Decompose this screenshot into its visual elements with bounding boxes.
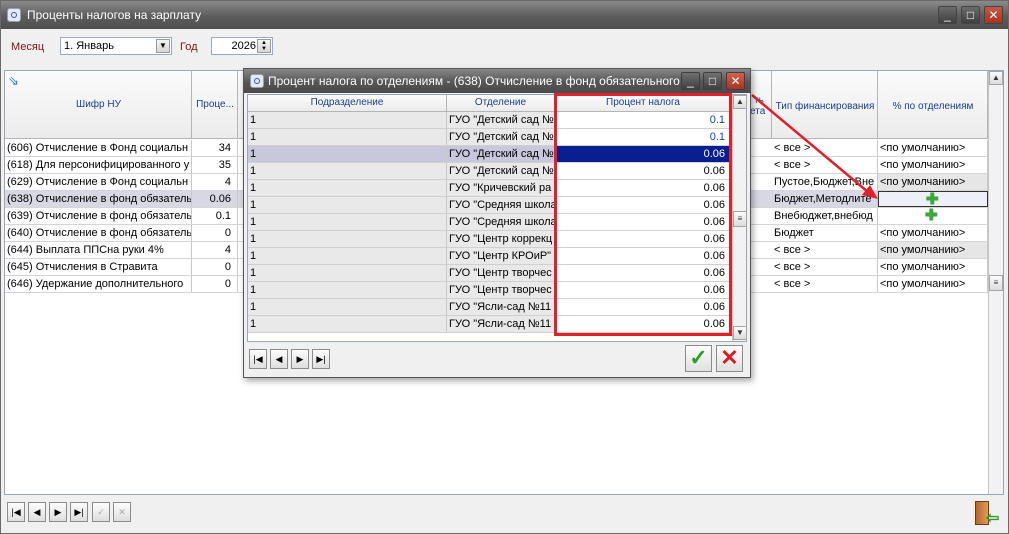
dialog-table-row[interactable]: 1 ГУО "Центр творчес 0.06 bbox=[248, 265, 732, 282]
row-subdivision[interactable]: 1 bbox=[248, 299, 447, 315]
row-department[interactable]: ГУО "Средняя школа bbox=[447, 214, 555, 230]
row-subdivision[interactable]: 1 bbox=[248, 282, 447, 298]
row-tax-percent[interactable]: 0.06 bbox=[555, 231, 732, 247]
row-department[interactable]: ГУО "Центр творчес bbox=[447, 282, 555, 298]
dialog-table-row[interactable]: 1 ГУО "Детский сад № 0.06 bbox=[248, 146, 732, 163]
dialog-titlebar: Процент налога по отделениям - (638) Отч… bbox=[244, 69, 750, 93]
cancel-x-icon[interactable]: ✕ bbox=[716, 345, 743, 372]
row-tax-percent[interactable]: 0.06 bbox=[555, 146, 732, 162]
row-tax-percent[interactable]: 0.06 bbox=[555, 197, 732, 213]
row-department[interactable]: ГУО "Ясли-сад №11 bbox=[447, 299, 555, 315]
dialog-title: Процент налога по отделениям - (638) Отч… bbox=[268, 74, 680, 88]
row-department[interactable]: ГУО "Детский сад № bbox=[447, 146, 555, 162]
row-department[interactable]: ГУО "Центр творчес bbox=[447, 265, 555, 281]
row-department[interactable]: ГУО "Детский сад № bbox=[447, 163, 555, 179]
row-subdivision[interactable]: 1 bbox=[248, 112, 447, 128]
row-subdivision[interactable]: 1 bbox=[248, 214, 447, 230]
dialog-table-row[interactable]: 1 ГУО "Кричевский ра 0.06 bbox=[248, 180, 732, 197]
dialog-table-row[interactable]: 1 ГУО "Центр творчес 0.06 bbox=[248, 282, 732, 299]
row-subdivision[interactable]: 1 bbox=[248, 180, 447, 196]
row-department[interactable]: ГУО "Ясли-сад №11 bbox=[447, 316, 555, 332]
row-tax-percent[interactable]: 0.06 bbox=[555, 299, 732, 315]
row-subdivision[interactable]: 1 bbox=[248, 231, 447, 247]
dialog-next-record-icon[interactable]: ▶ bbox=[291, 349, 309, 369]
dialog-close-button[interactable]: ✕ bbox=[726, 72, 745, 90]
row-subdivision[interactable]: 1 bbox=[248, 146, 447, 162]
row-tax-percent[interactable]: 0.06 bbox=[555, 316, 732, 332]
row-department[interactable]: ГУО "Центр коррекц bbox=[447, 231, 555, 247]
row-subdivision[interactable]: 1 bbox=[248, 197, 447, 213]
row-tax-percent[interactable]: 0.06 bbox=[555, 265, 732, 281]
dialog-table-row[interactable]: 1 ГУО "Ясли-сад №11 0.06 bbox=[248, 299, 732, 316]
dialog-table-row[interactable]: 1 ГУО "Ясли-сад №11 0.06 bbox=[248, 316, 732, 333]
row-tax-percent[interactable]: 0.06 bbox=[555, 180, 732, 196]
dialog-scroll-up-icon[interactable]: ▲ bbox=[733, 95, 747, 109]
row-department[interactable]: ГУО "Детский сад № bbox=[447, 112, 555, 128]
ok-check-icon[interactable]: ✓ bbox=[685, 345, 712, 372]
dialog-rows: 1 ГУО "Детский сад № 0.1 1 ГУО "Детский сад … bbox=[248, 112, 732, 341]
dialog-table-row[interactable]: 1 ГУО "Средняя школа 0.06 bbox=[248, 197, 732, 214]
col-header-department[interactable]: Отделение bbox=[447, 95, 555, 112]
dialog-prev-record-icon[interactable]: ◀ bbox=[270, 349, 288, 369]
row-tax-percent[interactable]: 0.06 bbox=[555, 282, 732, 298]
row-department[interactable]: ГУО "Центр КРОиР" ( bbox=[447, 248, 555, 264]
dialog-app-icon bbox=[250, 74, 264, 88]
dialog-table-row[interactable]: 1 ГУО "Детский сад № 0.1 bbox=[248, 112, 732, 129]
dialog-scroll-thumb[interactable]: ≡ bbox=[733, 211, 747, 227]
dialog-table-row[interactable]: 1 ГУО "Детский сад № 0.1 bbox=[248, 129, 732, 146]
row-subdivision[interactable]: 1 bbox=[248, 248, 447, 264]
dialog-scroll-down-icon[interactable]: ▼ bbox=[733, 326, 747, 340]
row-subdivision[interactable]: 1 bbox=[248, 163, 447, 179]
row-tax-percent[interactable]: 0.06 bbox=[555, 163, 732, 179]
row-department[interactable]: ГУО "Средняя школа bbox=[447, 197, 555, 213]
dept-percent-dialog: Процент налога по отделениям - (638) Отч… bbox=[243, 68, 751, 378]
row-tax-percent[interactable]: 0.1 bbox=[555, 112, 732, 128]
row-subdivision[interactable]: 1 bbox=[248, 129, 447, 145]
dialog-minimize-button[interactable]: _ bbox=[681, 72, 700, 90]
dialog-table-row[interactable]: 1 ГУО "Центр коррекц 0.06 bbox=[248, 231, 732, 248]
row-tax-percent[interactable]: 0.1 bbox=[555, 129, 732, 145]
row-subdivision[interactable]: 1 bbox=[248, 316, 447, 332]
dialog-grid: Подразделение Отделение Процент налога 1… bbox=[247, 94, 747, 342]
dialog-table-row[interactable]: 1 ГУО "Средняя школа 0.06 bbox=[248, 214, 732, 231]
dialog-first-record-icon[interactable]: |◀ bbox=[249, 349, 267, 369]
row-department[interactable]: ГУО "Кричевский ра bbox=[447, 180, 555, 196]
dialog-maximize-button[interactable]: □ bbox=[703, 72, 722, 90]
row-tax-percent[interactable]: 0.06 bbox=[555, 214, 732, 230]
dialog-scrollbar[interactable]: ▲ ≡ ▼ bbox=[732, 95, 747, 341]
col-header-subdivision[interactable]: Подразделение bbox=[248, 95, 447, 112]
row-department[interactable]: ГУО "Детский сад № bbox=[447, 129, 555, 145]
dialog-table-row[interactable]: 1 ГУО "Центр КРОиР" (0.06 bbox=[248, 248, 732, 265]
dialog-table-row[interactable]: 1 ГУО "Детский сад № 0.06 bbox=[248, 163, 732, 180]
row-subdivision[interactable]: 1 bbox=[248, 265, 447, 281]
col-header-tax-percent[interactable]: Процент налога bbox=[555, 95, 732, 112]
row-tax-percent[interactable]: 0.06 bbox=[555, 248, 732, 264]
dialog-last-record-icon[interactable]: ▶| bbox=[312, 349, 330, 369]
